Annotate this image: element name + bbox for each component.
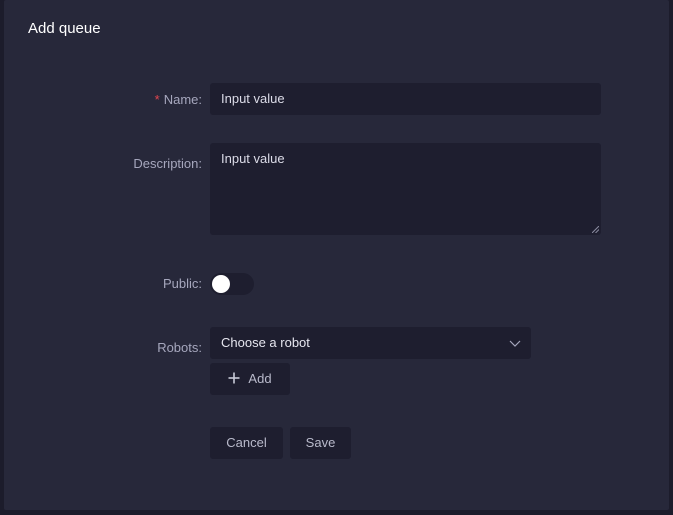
robot-select-placeholder: Choose a robot — [221, 335, 310, 350]
robots-label: Robots: — [157, 340, 202, 355]
description-value: Input value — [221, 151, 285, 166]
required-mark: * — [154, 92, 160, 107]
toggle-knob — [212, 275, 230, 293]
robot-select[interactable]: Choose a robot — [210, 327, 531, 359]
resize-grip-icon[interactable] — [592, 226, 599, 233]
name-label-text: Name: — [163, 92, 202, 107]
chevron-down-icon — [509, 340, 521, 347]
add-queue-dialog: Add queue * Name: Input value Description… — [4, 0, 669, 510]
description-label: Description: — [133, 156, 202, 171]
plus-icon — [228, 372, 240, 384]
save-button[interactable]: Save — [290, 427, 351, 459]
add-robot-label: Add — [248, 371, 272, 386]
name-label: * Name: — [155, 92, 202, 107]
description-textarea[interactable]: Input value — [210, 143, 601, 235]
public-toggle[interactable] — [210, 273, 254, 295]
add-robot-button[interactable]: Add — [210, 363, 290, 395]
public-label: Public: — [162, 276, 202, 291]
dialog-title: Add queue — [28, 20, 101, 37]
name-input[interactable]: Input value — [210, 83, 601, 115]
cancel-button[interactable]: Cancel — [210, 427, 283, 459]
